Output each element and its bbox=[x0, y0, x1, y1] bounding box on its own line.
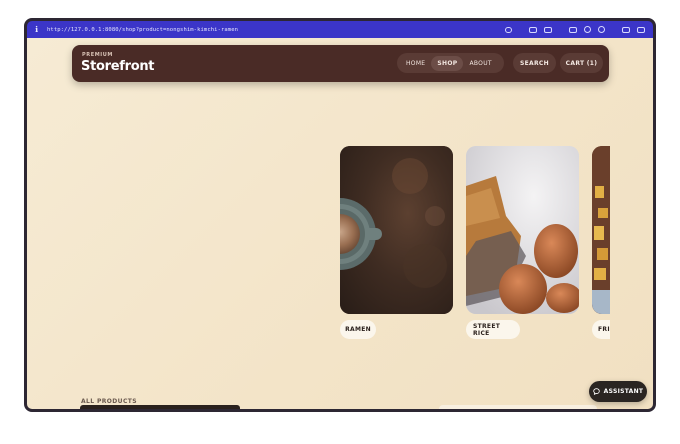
assistant-label: ASSISTANT bbox=[603, 388, 644, 395]
product-card-street-rice[interactable] bbox=[466, 146, 579, 314]
panel-cropped bbox=[439, 405, 597, 409]
screenshot-icon[interactable] bbox=[529, 26, 537, 33]
product-label-ramen[interactable]: RAMEN bbox=[340, 320, 376, 339]
product-card-fries[interactable] bbox=[592, 146, 610, 314]
search-button[interactable]: SEARCH bbox=[513, 53, 556, 73]
product-label-street-rice[interactable]: STREET RICE bbox=[466, 320, 520, 339]
page-viewport: PREMIUM Storefront HOME SHOP ABOUT SEARC… bbox=[27, 38, 653, 409]
brand-logo[interactable]: Storefront bbox=[81, 59, 155, 74]
target-icon[interactable] bbox=[584, 26, 591, 33]
browser-window: ℹ http://127.0.0.1:8080/shop?product=non… bbox=[24, 18, 656, 412]
product-card-ramen[interactable] bbox=[340, 146, 453, 314]
all-products-heading: ALL PRODUCTS bbox=[81, 398, 137, 405]
link-icon[interactable] bbox=[505, 26, 512, 33]
chat-bubble-icon bbox=[592, 388, 600, 395]
layout-icon[interactable] bbox=[622, 26, 630, 33]
cart-button[interactable]: CART (1) bbox=[560, 53, 603, 73]
settings-icon[interactable] bbox=[598, 26, 605, 33]
nav-home[interactable]: HOME bbox=[400, 56, 431, 71]
camera-icon[interactable] bbox=[544, 26, 552, 33]
browser-toolbar bbox=[505, 26, 645, 33]
window-icon[interactable] bbox=[569, 26, 577, 33]
coffee-cup-on-rusty-table-photo bbox=[340, 146, 453, 314]
section-title-cropped bbox=[80, 405, 240, 409]
fries-photo bbox=[592, 146, 610, 314]
product-label-fries[interactable]: FRI bbox=[592, 320, 610, 339]
sidebar-icon[interactable] bbox=[637, 26, 645, 33]
nav-about[interactable]: ABOUT bbox=[463, 56, 497, 71]
address-bar[interactable]: ℹ http://127.0.0.1:8080/shop?product=non… bbox=[27, 21, 653, 38]
bread-and-eggs-with-flour-photo bbox=[466, 146, 579, 314]
assistant-button[interactable]: ASSISTANT bbox=[589, 381, 647, 402]
url-text[interactable]: http://127.0.0.1:8080/shop?product=nongs… bbox=[47, 27, 238, 33]
brand-kicker: PREMIUM bbox=[82, 52, 114, 58]
info-icon[interactable]: ℹ bbox=[35, 25, 45, 34]
site-header: PREMIUM Storefront HOME SHOP ABOUT SEARC… bbox=[72, 45, 609, 82]
main-nav: HOME SHOP ABOUT bbox=[397, 53, 504, 73]
nav-shop[interactable]: SHOP bbox=[431, 55, 464, 71]
